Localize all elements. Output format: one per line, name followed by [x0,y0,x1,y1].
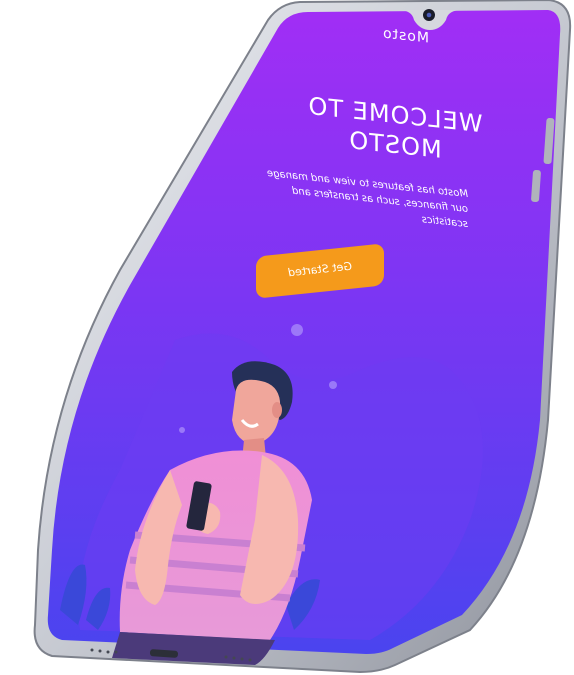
bubble-decoration [329,381,337,389]
bubble-decoration [291,324,303,336]
product-mockup: Mosto WELCOME TO MOSTO Mosto has feature… [0,0,574,675]
phone-mockup [33,0,572,674]
get-started-label: Get Started [288,259,352,280]
bubble-decoration [179,427,185,433]
